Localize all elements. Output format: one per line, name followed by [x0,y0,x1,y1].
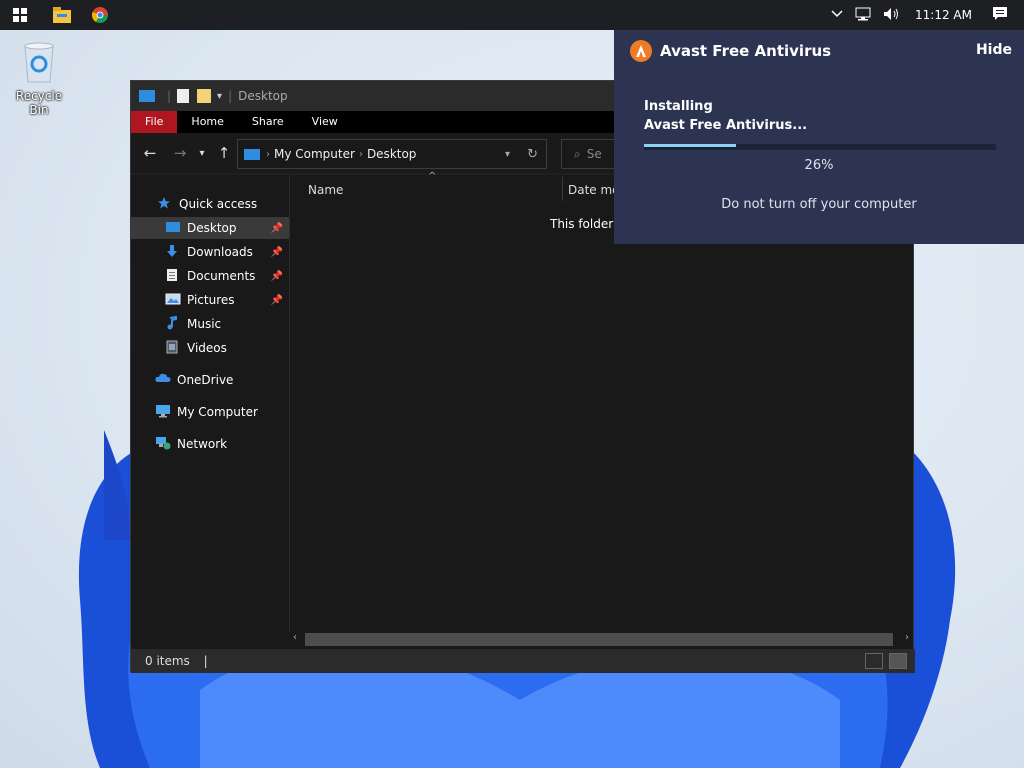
documents-icon [165,268,181,284]
avast-title: Avast Free Antivirus [660,42,832,60]
install-progress-percent: 26% [804,158,834,173]
notifications-icon[interactable] [992,6,1008,25]
avast-install-popup: Avast Free Antivirus Hide Installing Ava… [614,30,1024,244]
installing-status: Installing Avast Free Antivirus... [644,97,807,135]
recycle-bin-icon [6,40,72,87]
breadcrumb-chevron-icon: › [358,148,363,160]
computer-icon [244,148,260,160]
avast-header: Avast Free Antivirus [630,40,831,62]
onedrive-icon [155,372,171,388]
window-desktop-icon [139,90,155,102]
volume-icon[interactable] [883,7,901,24]
item-count: 0 items [145,654,190,668]
customize-quick-access-icon[interactable]: ▾ [217,91,222,102]
breadcrumb-desktop[interactable]: Desktop [367,147,417,161]
column-name[interactable]: Name [308,183,343,197]
sidebar-item-music[interactable]: Music [131,313,289,335]
avast-logo-icon [630,40,652,62]
sidebar-item-label: Music [187,317,222,331]
pictures-icon [165,292,181,308]
pin-icon: 📌 [270,270,283,282]
desktop-icon [165,220,181,236]
network-icon[interactable] [855,7,871,24]
installing-label: Installing [644,99,713,114]
tab-file[interactable]: File [131,111,178,133]
sidebar-item-label: OneDrive [177,373,234,387]
computer-icon [155,404,171,420]
windows-start-icon[interactable] [8,3,32,27]
sidebar-item-label: Network [177,437,228,451]
clock-time[interactable]: 11:12 AM [915,8,972,22]
videos-icon [165,340,181,356]
sidebar-item-label: Quick access [179,197,258,211]
star-icon [157,196,173,212]
music-icon [165,315,181,332]
system-tray: 11:12 AM [825,0,1024,30]
recycle-bin-label: Recycle Bin [15,89,63,117]
sidebar-item-desktop[interactable]: Desktop 📌 [131,217,289,239]
pin-icon: 📌 [270,246,283,258]
address-bar[interactable]: › My Computer › Desktop ▾ ↻ [237,139,547,169]
sidebar-item-my-computer[interactable]: My Computer [131,401,289,423]
recent-locations-button[interactable]: ▾ [191,148,213,159]
sidebar-item-network[interactable]: Network [131,433,289,455]
scroll-right-icon[interactable]: › [905,632,909,643]
new-folder-icon[interactable] [197,89,212,103]
sidebar-item-label: Videos [187,341,227,355]
sidebar-item-videos[interactable]: Videos [131,337,289,359]
content-pane: ^ Name Date mo This folder is [289,171,913,649]
forward-button[interactable]: → [169,144,191,162]
back-button[interactable]: ← [139,144,161,162]
pin-icon: 📌 [270,222,283,234]
sidebar-item-label: Documents [187,269,256,283]
breadcrumb-my-computer[interactable]: My Computer [274,147,355,161]
sidebar-item-label: Downloads [187,245,253,259]
scrollbar-thumb[interactable] [305,633,893,646]
recycle-bin[interactable]: Recycle Bin [6,40,72,117]
up-button[interactable]: ↑ [213,144,235,162]
search-icon: ⌕ [574,147,581,161]
install-warning-note: Do not turn off your computer [721,197,917,212]
search-placeholder: Se [586,147,602,161]
network-icon [155,436,171,452]
install-progress-fill [644,144,736,147]
chrome-icon[interactable] [88,3,112,27]
sort-indicator-icon: ^ [428,171,437,182]
scroll-left-icon[interactable]: ‹ [293,632,297,643]
sidebar-item-label: Pictures [187,293,235,307]
taskbar: 11:12 AM [0,0,1024,30]
install-progress-bar [644,144,996,150]
sidebar-item-pictures[interactable]: Pictures 📌 [131,289,289,311]
sidebar-item-onedrive[interactable]: OneDrive [131,369,289,391]
navigation-pane: Quick access Desktop 📌 Downloads 📌 Docum… [131,175,289,649]
status-bar: 0 items | [131,649,915,673]
column-divider[interactable] [562,177,563,201]
search-input[interactable]: ⌕ Se [561,139,621,169]
properties-icon[interactable] [177,89,190,103]
refresh-icon[interactable]: ↻ [527,147,538,162]
large-icons-view-icon[interactable] [889,653,907,669]
chevron-up-icon[interactable] [831,8,843,22]
breadcrumb-chevron-icon: › [266,148,270,160]
sidebar-item-quick-access[interactable]: Quick access [131,193,289,215]
file-explorer-icon[interactable] [50,3,74,27]
column-date-modified[interactable]: Date mo [568,183,620,197]
window-title: Desktop [238,89,288,103]
downloads-icon [165,244,181,260]
sidebar-item-label: Desktop [187,221,237,235]
horizontal-scrollbar[interactable]: ‹ › [289,631,913,649]
installing-product: Avast Free Antivirus... [644,118,808,133]
tab-home[interactable]: Home [177,111,237,133]
sidebar-item-downloads[interactable]: Downloads 📌 [131,241,289,263]
status-separator: | [203,654,208,668]
sidebar-item-documents[interactable]: Documents 📌 [131,265,289,287]
hide-button[interactable]: Hide [976,42,1012,58]
sidebar-item-label: My Computer [177,405,258,419]
tab-share[interactable]: Share [238,111,298,133]
address-dropdown-icon[interactable]: ▾ [505,149,510,160]
details-view-icon[interactable] [865,653,883,669]
tab-view[interactable]: View [298,111,352,133]
pin-icon: 📌 [270,294,283,306]
